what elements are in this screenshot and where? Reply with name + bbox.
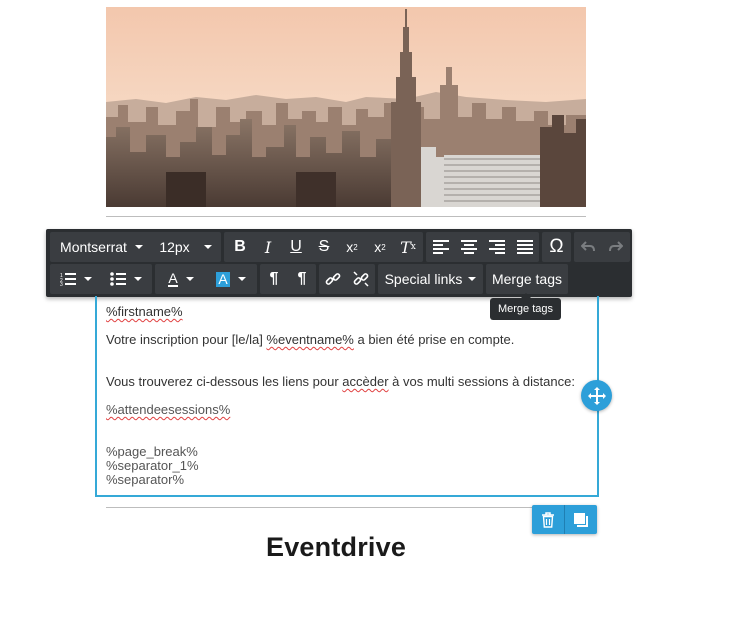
redo-icon[interactable]: [602, 232, 630, 262]
ordered-list-icon[interactable]: 123: [52, 264, 100, 294]
ltr-icon[interactable]: ¶: [260, 264, 288, 294]
align-center-icon[interactable]: [455, 232, 483, 262]
rtl-icon[interactable]: ¶: [288, 264, 316, 294]
firstname-tag: %firstname%: [106, 304, 183, 319]
separator-tag: %separator%: [106, 472, 185, 487]
font-family-dropdown[interactable]: Montserrat: [54, 232, 149, 262]
special-links-group: Special links: [378, 264, 483, 294]
strikethrough-icon[interactable]: S: [310, 232, 338, 262]
svg-text:3: 3: [60, 282, 63, 286]
underline-icon[interactable]: U: [282, 232, 310, 262]
text-editor-toolbar: Montserrat 12px B I U S x2 x2 Tx Ω 1 2 3…: [46, 229, 632, 297]
history-group: [574, 232, 630, 262]
direction-group: ¶ ¶: [260, 264, 316, 294]
font-size-dropdown[interactable]: 12px: [154, 232, 217, 262]
special-links-dropdown[interactable]: Special links: [378, 264, 483, 294]
text-block-editor[interactable]: %firstname% Votre inscription pour [le/l…: [95, 296, 599, 497]
special-links-label: Special links: [384, 271, 463, 287]
separator-1-tag: %separator_1%: [106, 458, 199, 473]
font-family-value: Montserrat: [60, 239, 127, 255]
background-color-icon[interactable]: A: [207, 264, 255, 294]
list-group: 123: [50, 264, 152, 294]
align-left-icon[interactable]: [427, 232, 455, 262]
bullet-list-icon[interactable]: [102, 264, 150, 294]
trash-icon[interactable]: [532, 505, 564, 534]
header-image: [106, 7, 586, 207]
page-break-tag: %page_break%: [106, 444, 198, 459]
undo-icon[interactable]: [574, 232, 602, 262]
merge-tags-group: Merge tags: [486, 264, 568, 294]
special-char-icon[interactable]: Ω: [542, 232, 571, 262]
special-char-group: Ω: [542, 232, 571, 262]
sessions-intro-line: Vous trouverez ci-dessous les liens pour…: [106, 374, 575, 389]
clear-format-icon[interactable]: Tx: [394, 232, 422, 262]
brand-logo-text: Eventdrive: [266, 532, 407, 562]
subscript-icon[interactable]: x2: [366, 232, 394, 262]
color-group: A A: [155, 264, 257, 294]
link-icon[interactable]: [319, 264, 347, 294]
merge-tags-button[interactable]: Merge tags: [486, 264, 568, 294]
confirmation-line: Votre inscription pour [le/la] %eventnam…: [106, 332, 515, 347]
format-group: B I U S x2 x2 Tx: [224, 232, 423, 262]
bold-icon[interactable]: B: [226, 232, 254, 262]
italic-icon[interactable]: I: [254, 232, 282, 262]
align-right-icon[interactable]: [483, 232, 511, 262]
align-justify-icon[interactable]: [511, 232, 539, 262]
top-divider: [106, 216, 586, 217]
attendeesessions-tag: %attendeesessions%: [106, 402, 231, 417]
superscript-icon[interactable]: x2: [338, 232, 366, 262]
unlink-icon[interactable]: [347, 264, 375, 294]
link-group: [319, 264, 375, 294]
font-color-icon[interactable]: A: [157, 264, 205, 294]
font-size-value: 12px: [159, 239, 190, 255]
font-group: Montserrat 12px: [50, 232, 221, 262]
align-group: [426, 232, 539, 262]
bottom-divider: [106, 507, 586, 508]
block-actions: [532, 505, 597, 534]
duplicate-icon[interactable]: [565, 505, 597, 534]
move-icon[interactable]: [581, 380, 612, 411]
merge-tags-label: Merge tags: [491, 271, 563, 287]
